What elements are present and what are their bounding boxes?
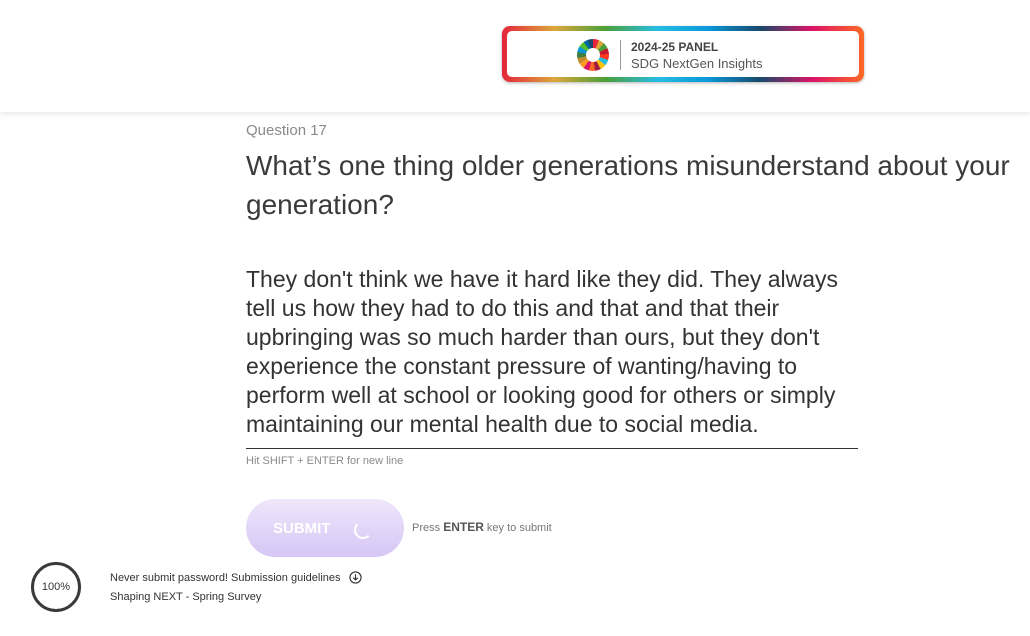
question-title: What’s one thing older generations misun… (246, 150, 1010, 220)
banner-divider (620, 40, 621, 70)
new-line-hint: Hit SHIFT + ENTER for new line (246, 455, 404, 467)
banner-panel-label: 2024-25 PANEL (631, 40, 718, 54)
question-number: Question 17 (246, 122, 327, 139)
enter-key-hint: Press ENTER key to submit (412, 520, 552, 534)
banner-panel-word: PANEL (678, 40, 719, 54)
survey-name: Shaping NEXT - Spring Survey (110, 591, 262, 603)
press-suffix: key to submit (486, 522, 552, 534)
enter-key-label: ENTER (443, 520, 484, 534)
download-icon[interactable] (348, 571, 362, 584)
submit-button[interactable]: SUBMIT (246, 499, 404, 557)
progress-value: 100% (41, 581, 71, 593)
progress-indicator: 100% (31, 562, 81, 612)
submission-guidelines-link[interactable]: Never submit password! Submission guidel… (110, 572, 341, 584)
answer-textarea[interactable] (246, 265, 858, 449)
banner-year: 2024-25 (631, 40, 676, 54)
banner-subtitle: SDG NextGen Insights (631, 56, 763, 71)
loading-spinner-icon (354, 521, 372, 539)
sdg-panel-banner: 2024-25 PANEL SDG NextGen Insights (502, 26, 864, 82)
sdg-wheel-logo (577, 39, 609, 71)
press-prefix: Press (412, 522, 441, 534)
password-notice: Never submit password! Submission guidel… (110, 571, 362, 584)
header-bar: 2024-25 PANEL SDG NextGen Insights (0, 0, 1030, 112)
